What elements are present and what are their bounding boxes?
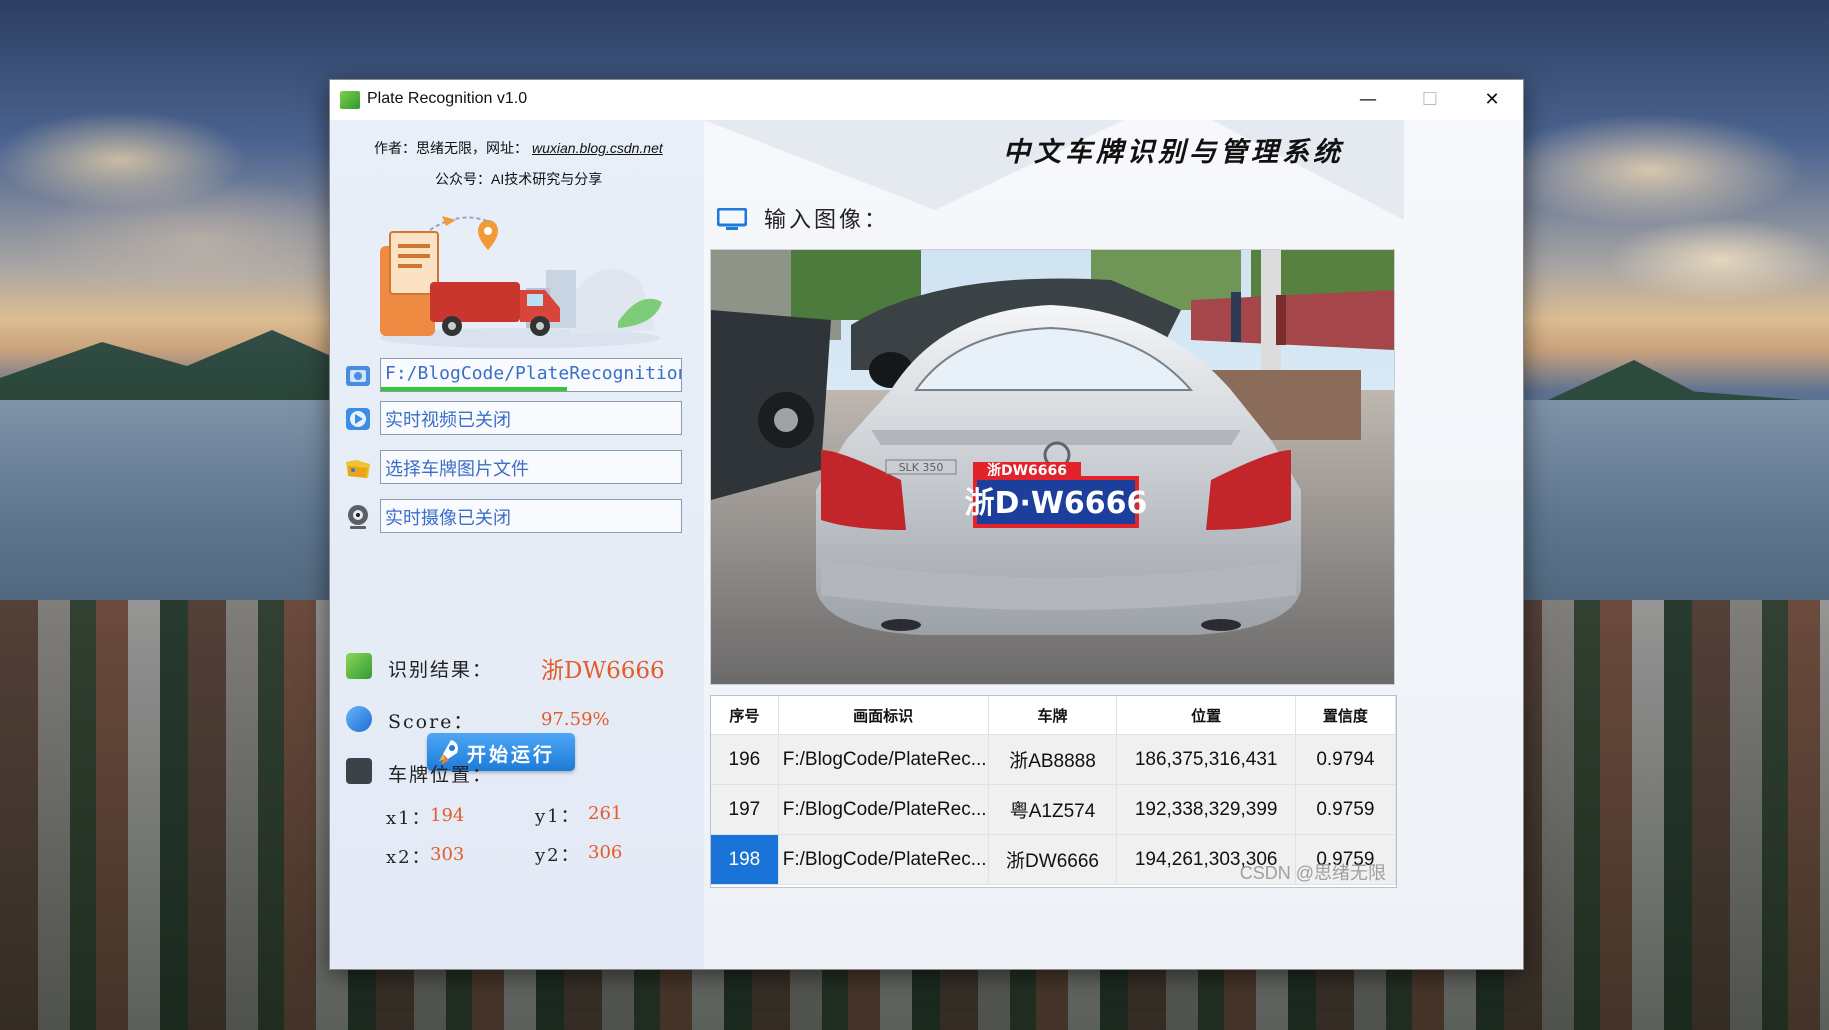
y2-label: y2：	[535, 845, 581, 866]
app-icon	[340, 91, 360, 109]
cell-index[interactable]: 197	[711, 784, 779, 835]
select-file-field[interactable]: 选择车牌图片文件	[380, 450, 682, 484]
score-label: Score：	[388, 711, 475, 733]
input-image-label: 输入图像：	[764, 208, 890, 233]
csdn-watermark: CSDN @思绪无限	[1239, 863, 1386, 883]
video-field[interactable]: 实时视频已关闭	[380, 401, 682, 435]
table-header-position[interactable]: 位置	[1116, 696, 1296, 735]
result-icon	[346, 653, 372, 679]
path-value: F:/BlogCode/PlateRecognition	[385, 363, 682, 384]
cell-confidence[interactable]: 0.9759	[1295, 784, 1396, 835]
y2-value: 306	[588, 842, 623, 863]
table-header-source[interactable]: 画面标识	[778, 696, 989, 735]
system-title: 中文车牌识别与管理系统	[1003, 137, 1344, 168]
table-header-row: 序号 画面标识 车牌 位置 置信度	[711, 696, 1396, 735]
cell-plate[interactable]: 浙AB8888	[988, 734, 1118, 785]
delivery-illustration	[380, 216, 662, 348]
camera-icon[interactable]	[344, 503, 372, 531]
select-file-label: 选择车牌图片文件	[385, 459, 529, 480]
folder-icon[interactable]	[344, 362, 372, 390]
camera-row: 实时摄像已关闭	[344, 499, 684, 535]
select-file-row: 选择车牌图片文件	[344, 450, 684, 486]
table-row[interactable]: 197 F:/BlogCode/PlateRec... 粤A1Z574 192,…	[711, 784, 1396, 835]
table-header-index[interactable]: 序号	[711, 696, 779, 735]
cell-position[interactable]: 192,338,329,399	[1116, 784, 1296, 835]
score-icon	[346, 706, 372, 732]
camera-status: 实时摄像已关闭	[385, 508, 511, 529]
results-table[interactable]: 序号 画面标识 车牌 位置 置信度 196 F:/BlogCode/PlateR…	[710, 695, 1397, 888]
car-photo: SLK 350 浙DW6666 浙D·W6666	[711, 250, 1394, 684]
position-label: 车牌位置：	[388, 764, 494, 786]
path-row: F:/BlogCode/PlateRecognition	[344, 358, 684, 394]
close-button[interactable]: ✕	[1461, 80, 1523, 120]
author-line: 作者：思绪无限，网址： wuxian.blog.csdn.net	[374, 138, 663, 158]
cell-confidence[interactable]: 0.9794	[1295, 734, 1396, 785]
video-row: 实时视频已关闭	[344, 401, 684, 437]
cell-source[interactable]: F:/BlogCode/PlateRec...	[778, 784, 989, 835]
author-text: 作者：思绪无限，网址：	[374, 140, 528, 156]
minimize-button[interactable]: —	[1337, 80, 1399, 120]
path-field[interactable]: F:/BlogCode/PlateRecognition	[380, 358, 682, 392]
cell-index[interactable]: 198	[711, 834, 779, 885]
cell-index[interactable]: 196	[711, 734, 779, 785]
input-image-view: SLK 350 浙DW6666 浙D·W6666	[710, 249, 1395, 685]
y1-label: y1：	[535, 806, 581, 827]
author-url-link[interactable]: wuxian.blog.csdn.net	[532, 140, 663, 156]
cell-source[interactable]: F:/BlogCode/PlateRec...	[778, 734, 989, 785]
y1-value: 261	[588, 803, 623, 824]
result-value: 浙DW6666	[541, 658, 665, 684]
x2-value: 303	[430, 844, 465, 865]
path-progress-bar	[381, 387, 567, 391]
cell-position[interactable]: 186,375,316,431	[1116, 734, 1296, 785]
video-icon[interactable]	[344, 405, 372, 433]
right-panel: 中文车牌识别与管理系统 输入图像： SLK 350 浙DW6666 浙D·W66…	[704, 120, 1523, 969]
table-header-confidence[interactable]: 置信度	[1295, 696, 1396, 735]
camera-field[interactable]: 实时摄像已关闭	[380, 499, 682, 533]
title-bar[interactable]: Plate Recognition v1.0 — ☐ ✕	[330, 80, 1523, 120]
wechat-line: 公众号：AI技术研究与分享	[435, 171, 603, 187]
cell-source[interactable]: F:/BlogCode/PlateRec...	[778, 834, 989, 885]
table-header-plate[interactable]: 车牌	[988, 696, 1118, 735]
maximize-button[interactable]: ☐	[1399, 80, 1461, 120]
x2-label: x2：	[386, 847, 432, 868]
position-icon	[346, 758, 372, 784]
table-row[interactable]: 196 F:/BlogCode/PlateRec... 浙AB8888 186,…	[711, 734, 1396, 785]
image-file-icon[interactable]	[344, 454, 372, 482]
score-value: 97.59%	[541, 709, 610, 730]
x1-label: x1：	[386, 808, 432, 829]
cell-plate[interactable]: 粤A1Z574	[988, 784, 1118, 835]
result-label: 识别结果：	[388, 659, 494, 681]
cell-plate[interactable]: 浙DW6666	[988, 834, 1118, 885]
app-window: Plate Recognition v1.0 — ☐ ✕ 作者：思绪无限，网址：…	[329, 79, 1524, 970]
video-status: 实时视频已关闭	[385, 410, 511, 431]
car-badge: SLK 350	[899, 461, 944, 474]
x1-value: 194	[430, 805, 465, 826]
window-title: Plate Recognition v1.0	[367, 90, 528, 107]
monitor-icon	[717, 208, 747, 230]
left-panel: 作者：思绪无限，网址： wuxian.blog.csdn.net 公众号：AI技术…	[330, 120, 704, 969]
plate-text: 浙D·W6666	[965, 486, 1148, 521]
